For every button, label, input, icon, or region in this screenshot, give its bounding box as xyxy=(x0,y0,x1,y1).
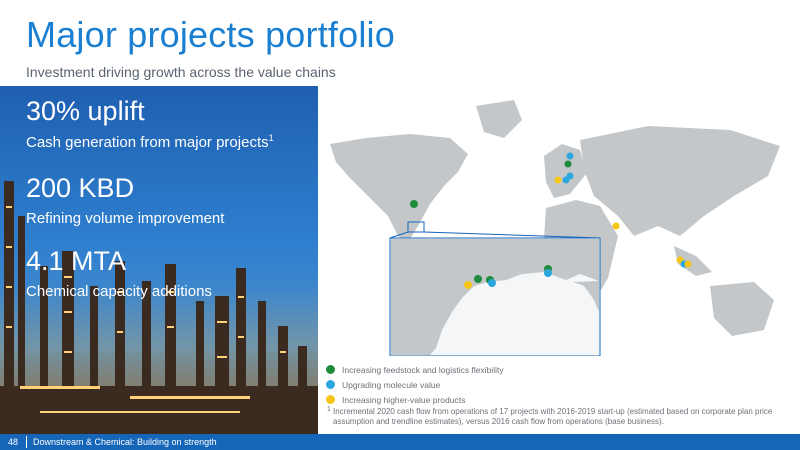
legend-item-upgrading: Upgrading molecule value xyxy=(326,377,504,392)
stat-cash-uplift: 30% uplift Cash generation from major pr… xyxy=(26,96,274,151)
legend-item-higher-value: Increasing higher-value products xyxy=(326,392,504,407)
world-map-graphic xyxy=(330,100,780,357)
marker-middle-east-higher-value xyxy=(612,222,620,230)
legend-label: Increasing higher-value products xyxy=(342,394,466,405)
marker-us-gulf-feedstock xyxy=(410,200,418,208)
yellow-dot-icon xyxy=(326,395,335,404)
marker-europe-upgrading-3 xyxy=(566,172,574,180)
page-title: Major projects portfolio xyxy=(26,14,395,55)
inset-marker-upgrading-1 xyxy=(488,279,496,287)
blue-dot-icon xyxy=(326,380,335,389)
legend-label: Increasing feedstock and logistics flexi… xyxy=(342,364,504,375)
footnote-text: Incremental 2020 cash flow from operatio… xyxy=(333,407,773,426)
legend-item-feedstock: Increasing feedstock and logistics flexi… xyxy=(326,362,504,377)
stat-refining-volume: 200 KBD Refining volume improvement xyxy=(26,173,224,227)
footer-bar: 48 Downstream & Chemical: Building on st… xyxy=(0,434,800,450)
page-subtitle: Investment driving growth across the val… xyxy=(26,64,336,80)
north-america-landmass xyxy=(330,134,468,242)
marker-europe-feedstock xyxy=(564,160,572,168)
map-legend: Increasing feedstock and logistics flexi… xyxy=(326,362,504,407)
footnote-mark: 1 xyxy=(327,406,331,413)
asia-landmass xyxy=(580,126,780,236)
marker-europe-higher-value-1 xyxy=(554,176,562,184)
marker-singapore-higher-value-2 xyxy=(684,260,692,268)
stat-value: 200 KBD xyxy=(26,173,135,203)
marker-europe-upgrading xyxy=(566,152,574,160)
australia-landmass xyxy=(710,282,774,336)
inset-marker-higher-value xyxy=(464,281,472,289)
footer-section-title: Downstream & Chemical: Building on stren… xyxy=(33,437,217,447)
footer-divider xyxy=(26,436,27,448)
stat-chemical-capacity: 4.1 MTA Chemical capacity additions xyxy=(26,246,212,300)
page-number: 48 xyxy=(8,437,19,447)
stat-label: Cash generation from major projects1 xyxy=(26,133,274,151)
legend-label: Upgrading molecule value xyxy=(342,379,441,390)
green-dot-icon xyxy=(326,365,335,374)
stat-label: Refining volume improvement xyxy=(26,210,225,227)
stat-label: Chemical capacity additions xyxy=(26,283,212,300)
inset-marker-upgrading-2 xyxy=(544,269,552,277)
refinery-photo-panel: 30% uplift Cash generation from major pr… xyxy=(0,86,318,434)
europe-landmass xyxy=(544,144,586,198)
inset-marker-feedstock-1 xyxy=(474,275,482,283)
stat-value: 30% uplift xyxy=(26,96,145,126)
footnote-ref: 1 xyxy=(268,133,274,143)
stat-value: 4.1 MTA xyxy=(26,246,127,276)
gulf-coast-inset xyxy=(390,238,600,356)
greenland-landmass xyxy=(476,100,522,138)
footnote: 1 Incremental 2020 cash flow from operat… xyxy=(327,406,793,427)
world-map xyxy=(318,86,800,357)
